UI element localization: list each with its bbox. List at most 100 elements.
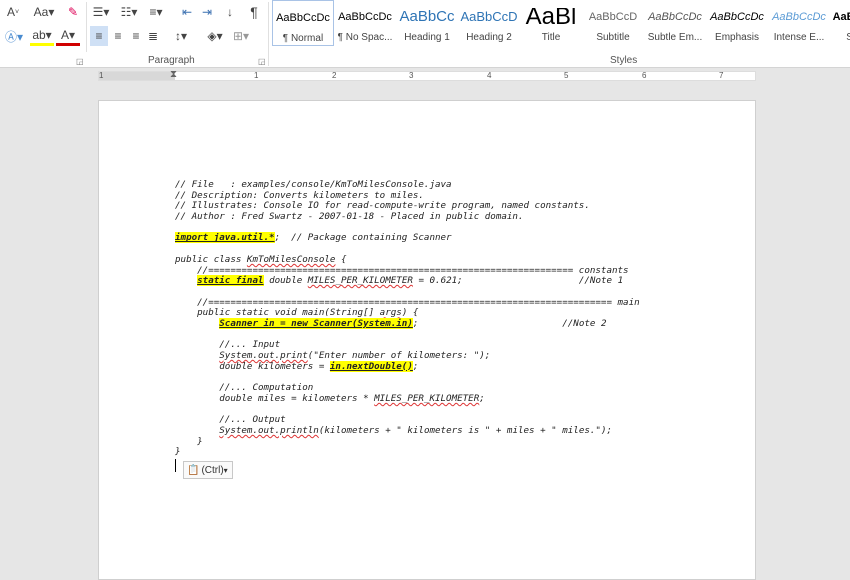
style-preview: AaBbCcDc <box>648 11 702 23</box>
code-text: double miles = kilometers * <box>175 392 375 404</box>
style-normal[interactable]: AaBbCcDc ¶ Normal <box>272 0 334 46</box>
ruler-number: 4 <box>487 71 492 80</box>
style-subtitle[interactable]: AaBbCcD Subtitle <box>582 0 644 46</box>
shading-icon[interactable]: ◈▾ <box>204 26 226 46</box>
spelling-error-text: System.out.print <box>219 350 308 361</box>
ruler-number: 6 <box>642 71 647 80</box>
code-line: } <box>175 446 640 458</box>
styles-group-label: Styles <box>610 55 638 66</box>
code-text: //======================================… <box>175 296 640 308</box>
code-text: = 0.621; //Note 1 <box>412 275 624 287</box>
style-strong[interactable]: AaBbCcDc Strong <box>830 0 850 46</box>
code-text: ; // Package containing Scanner <box>274 232 452 244</box>
style-title[interactable]: AaBl Title <box>520 0 582 46</box>
code-line: double kilometers = in.nextDouble(); <box>175 360 640 373</box>
style-name: Intense E... <box>773 32 825 43</box>
style-subtle-em[interactable]: AaBbCcDc Subtle Em... <box>644 0 706 46</box>
style-name: ¶ No Spac... <box>337 32 393 43</box>
code-line: System.out.println(kilometers + " kilome… <box>175 424 640 437</box>
code-text: double kilometers = <box>175 360 330 372</box>
multilevel-list-icon[interactable]: ≡▾ <box>145 2 167 22</box>
justify-icon[interactable]: ≣ <box>145 26 161 46</box>
code-line: static final double MILES_PER_KILOMETER … <box>175 275 640 287</box>
paste-options-label: (Ctrl) <box>201 464 224 476</box>
increase-indent-icon[interactable]: ⇥ <box>198 2 216 22</box>
chevron-down-icon: ▾ <box>223 465 228 475</box>
style-preview: AaBbCcDc <box>832 11 850 23</box>
bullets-icon[interactable]: ☰▾ <box>90 2 112 22</box>
highlight-icon[interactable]: ab▾ <box>30 26 54 46</box>
code-text: (kilometers + " kilometers is " + miles … <box>318 424 613 436</box>
ruler-number: 1 <box>99 71 104 80</box>
borders-icon[interactable]: ⊞▾ <box>230 26 252 46</box>
font-color-icon[interactable]: A▾ <box>56 26 80 46</box>
style-emphasis[interactable]: AaBbCcDc Emphasis <box>706 0 768 46</box>
document-code-text[interactable]: // File : examples/console/KmToMilesCons… <box>175 179 640 458</box>
code-line: import java.util.*; // Package containin… <box>175 232 640 244</box>
code-text: ("Enter number of kilometers: "); <box>307 350 491 361</box>
code-text: //... Output <box>175 414 286 426</box>
style-name: Heading 2 <box>466 32 512 43</box>
text-effects-icon[interactable]: Ⓐ▾ <box>2 26 26 46</box>
style-heading-2[interactable]: AaBbCcD Heading 2 <box>458 0 520 46</box>
align-center-icon[interactable]: ≡ <box>110 26 126 46</box>
show-formatting-icon[interactable]: ¶ <box>246 2 262 22</box>
ruler-number: 2 <box>332 71 337 80</box>
code-text: // Illustrates: Console IO for read-comp… <box>175 200 590 212</box>
style-preview: AaBbCc <box>399 8 455 25</box>
code-text: double <box>263 275 308 287</box>
code-text: ; //Note 2 <box>412 317 607 329</box>
style-name: Subtle Em... <box>647 32 703 43</box>
style-no-spac[interactable]: AaBbCcDc ¶ No Spac... <box>334 0 396 46</box>
style-preview: AaBbCcDc <box>772 11 826 23</box>
change-case-button[interactable]: Aa ▾ <box>32 2 56 22</box>
code-text: public static void main(String[] <box>175 307 380 319</box>
paragraph-group-label: Paragraph <box>148 55 195 66</box>
horizontal-ruler[interactable]: 1 1 2 3 4 5 6 7 ⧗ <box>98 69 756 81</box>
highlighted-code: in.nextDouble() <box>329 360 413 372</box>
shrink-font-icon[interactable]: A ˅ <box>4 2 22 22</box>
spelling-error-text: args <box>379 307 402 319</box>
spelling-error-text: MILES_PER_KILOMETER <box>374 392 480 404</box>
code-text: } <box>175 435 203 447</box>
style-preview: AaBbCcDc <box>710 11 764 23</box>
code-text: } <box>175 446 181 458</box>
style-name: Subtitle <box>596 32 630 43</box>
spelling-error-text: System.out.println <box>219 424 319 436</box>
sort-icon[interactable]: ↓ <box>222 2 238 22</box>
clear-formatting-icon[interactable]: ✎ <box>64 2 82 22</box>
styles-gallery: AaBbCcDc ¶ Normal AaBbCcDc ¶ No Spac... AaBb… <box>272 0 850 46</box>
style-name: Strong <box>846 32 850 43</box>
ruler-number: 3 <box>409 71 414 80</box>
clipboard-icon: 📋 <box>187 464 200 476</box>
style-preview: AaBbCcDc <box>338 11 392 23</box>
decrease-indent-icon[interactable]: ⇤ <box>178 2 196 22</box>
ruler-number: 7 <box>719 71 724 80</box>
style-preview: AaBbCcDc <box>276 12 330 24</box>
align-right-icon[interactable]: ≡ <box>128 26 144 46</box>
code-text: ; <box>479 392 485 404</box>
align-left-icon[interactable]: ≡ <box>90 26 108 46</box>
paste-options-button[interactable]: 📋 (Ctrl) ▾ <box>183 461 233 479</box>
code-text: //... Input <box>175 339 281 351</box>
ruler-number: 1 <box>254 71 259 80</box>
code-line: double miles = kilometers * MILES_PER_KI… <box>175 392 640 405</box>
style-intense-e[interactable]: AaBbCcDc Intense E... <box>768 0 830 46</box>
font-dialog-launcher-icon[interactable]: ◲ <box>76 57 84 66</box>
style-preview: AaBbCcD <box>460 9 518 24</box>
style-heading-1[interactable]: AaBbCc Heading 1 <box>396 0 458 46</box>
style-name: Heading 1 <box>404 32 450 43</box>
line-spacing-icon[interactable]: ↕▾ <box>170 26 192 46</box>
paragraph-dialog-launcher-icon[interactable]: ◲ <box>258 57 266 66</box>
highlighted-code: import java.util.* <box>175 232 275 244</box>
highlighted-code: static final <box>197 275 264 287</box>
code-line: } <box>175 435 640 448</box>
numbering-icon[interactable]: ☷▾ <box>118 2 140 22</box>
indent-marker-icon[interactable]: ⧗ <box>170 69 177 80</box>
code-text: { <box>335 253 347 265</box>
code-text: ) { <box>401 307 419 319</box>
